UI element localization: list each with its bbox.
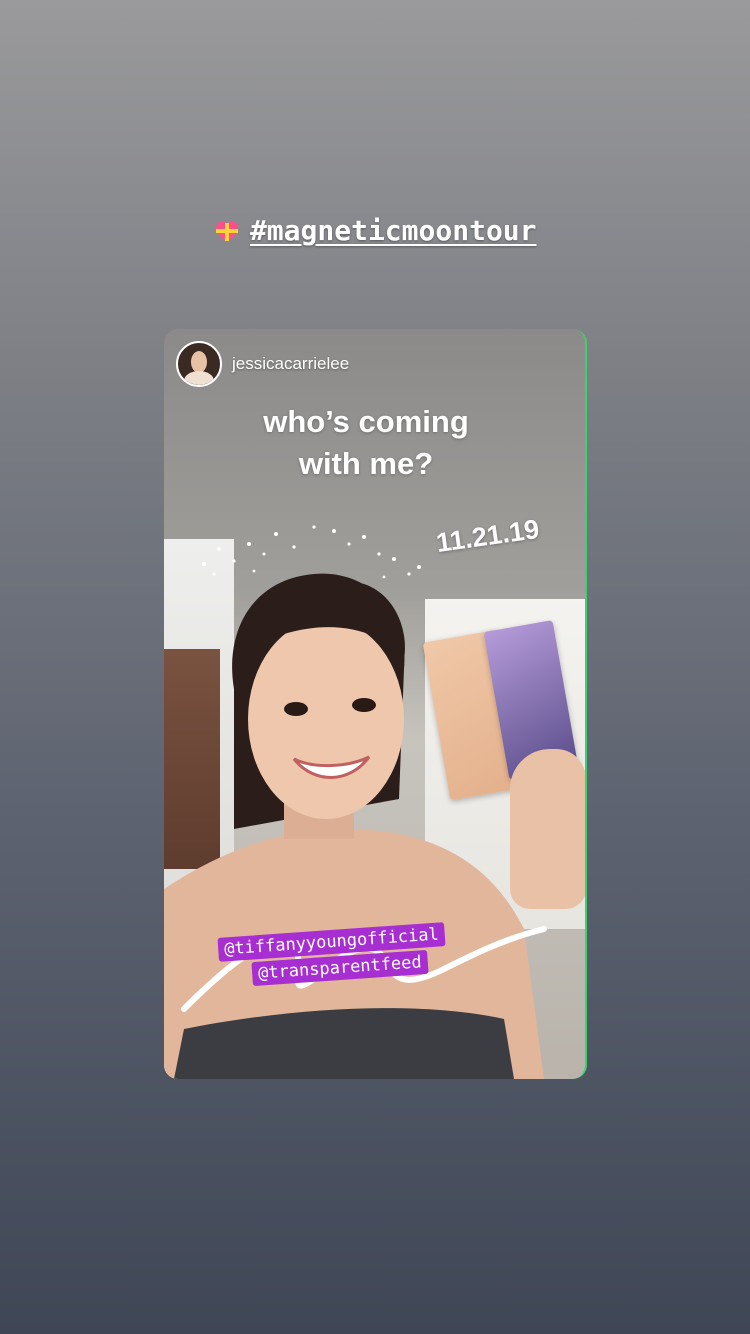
avatar[interactable] [176, 341, 222, 387]
shared-post-card[interactable]: jessicacarrielee who’s coming with me? 1… [164, 329, 587, 1079]
moon-sparkle-sticker [202, 525, 421, 579]
hand [510, 749, 585, 909]
username[interactable]: jessicacarrielee [232, 354, 349, 374]
post-author[interactable]: jessicacarrielee [176, 341, 349, 387]
caption-text: who’s coming with me? [164, 401, 568, 485]
hashtag-sticker[interactable]: #magneticmoontour [0, 214, 750, 247]
heart-with-ribbon-icon [216, 220, 239, 242]
caption-line-2: with me? [298, 446, 434, 481]
caption-line-1: who’s coming [263, 404, 469, 439]
mentions: @tiffanyyoungofficial @transparentfeed [217, 922, 518, 987]
hashtag-link[interactable]: #magneticmoontour [250, 214, 537, 247]
